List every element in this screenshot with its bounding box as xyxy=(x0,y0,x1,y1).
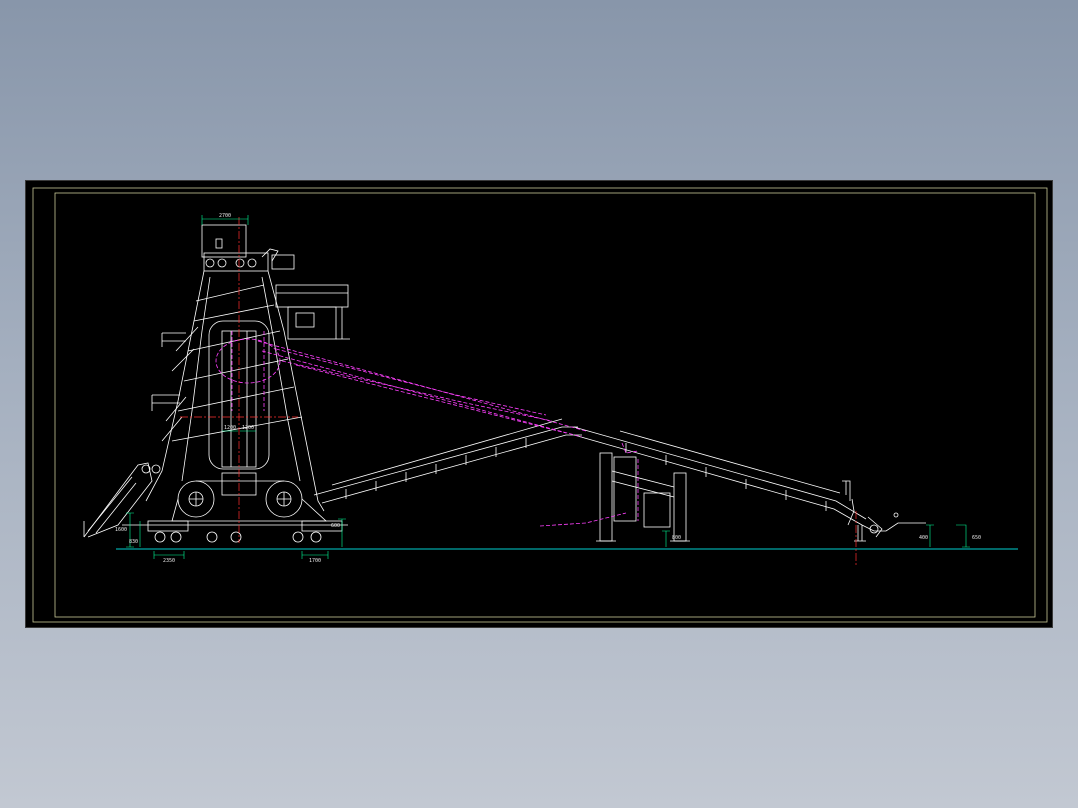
dim-shaft-left: 1200 xyxy=(224,425,236,431)
dim-right-base: 1700 xyxy=(309,558,321,564)
tower-structure xyxy=(83,224,350,543)
centerlines xyxy=(180,217,857,567)
dim-end-height-a: 400 xyxy=(919,535,928,541)
dim-shaft-right: 1200 xyxy=(242,425,254,431)
intermediate-support xyxy=(596,452,690,542)
cad-drawing: 2700 1200 1200 1600 830 2350 1700 600 80… xyxy=(32,187,1048,623)
hidden-lines xyxy=(215,331,639,527)
dimension-labels: 2700 1200 1200 1600 830 2350 1700 600 80… xyxy=(115,213,981,564)
drawing-sheet: 2700 1200 1200 1600 830 2350 1700 600 80… xyxy=(25,180,1053,628)
dim-left-base: 2350 xyxy=(163,558,175,564)
outer-frame xyxy=(32,187,1048,623)
dim-top-width: 2700 xyxy=(219,213,231,219)
dim-left-height-a: 1600 xyxy=(115,527,127,533)
dim-right-height: 600 xyxy=(331,523,340,529)
dim-end-height-b: 650 xyxy=(972,535,981,541)
main-conveyor xyxy=(313,418,926,542)
dim-support-height: 800 xyxy=(672,535,681,541)
dim-left-height-b: 830 xyxy=(129,539,138,545)
